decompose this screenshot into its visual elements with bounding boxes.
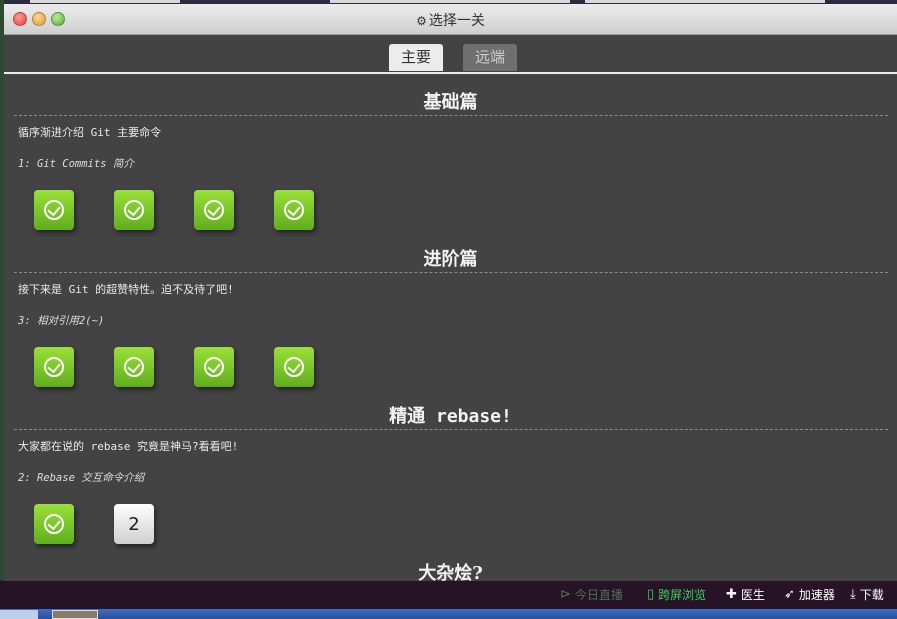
accelerator-link[interactable]: ➶ 加速器 [784, 581, 835, 609]
tab-remote[interactable]: 远端 [463, 44, 517, 71]
phone-icon: ▯ [647, 587, 655, 602]
window-title-text: 选择一关 [428, 13, 485, 29]
level-button-3-2[interactable]: 2 [114, 504, 154, 544]
section-divider [14, 429, 888, 430]
accelerator-label: 加速器 [798, 588, 835, 602]
section-description: 接下来是 Git 的超赞特性。迫不及待了吧! [18, 283, 234, 296]
section-divider [14, 115, 888, 116]
title-bar: ⚙ 选择一关 [4, 4, 897, 35]
taskbar-window-thumbnail[interactable] [52, 610, 98, 619]
doctor-link[interactable]: ✚ 医生 [726, 581, 765, 609]
section-title-advanced: 进阶篇 [423, 249, 478, 270]
section-level-subtitle: 1: Git Commits 简介 [18, 158, 134, 170]
cross-screen-label: 跨屏浏览 [658, 588, 707, 602]
level-button-3-1[interactable] [34, 504, 74, 544]
level-button-2-3[interactable] [194, 347, 234, 387]
section-title-misc: 大杂烩? [418, 563, 483, 581]
cross-screen-link[interactable]: ▯ 跨屏浏览 [647, 581, 706, 609]
level-select-window: ⚙ 选择一关 主要 远端 基础篇 循序渐进介绍 Git 主要命令 1: Git C… [4, 4, 897, 581]
tab-bar: 主要 远端 [4, 35, 897, 72]
window-title: ⚙ 选择一关 [4, 10, 897, 30]
section-divider [14, 272, 888, 273]
section-level-subtitle: 3: 相对引用2(~) [18, 315, 105, 327]
live-today-label: 今日直播 [574, 588, 623, 602]
checkmark-icon [204, 200, 224, 220]
section-description: 大家都在说的 rebase 究竟是神马?看看吧! [18, 440, 239, 453]
download-link[interactable]: ⤓ 下载 [850, 581, 884, 609]
level-button-1-4[interactable] [274, 190, 314, 230]
gear-icon: ⚙ [416, 14, 427, 28]
os-taskbar [0, 609, 897, 619]
checkmark-icon [204, 357, 224, 377]
checkmark-icon [124, 200, 144, 220]
medical-cross-icon: ✚ [726, 587, 737, 602]
level-button-2-2[interactable] [114, 347, 154, 387]
tab-main[interactable]: 主要 [389, 44, 443, 71]
section-title-basics: 基础篇 [423, 92, 478, 113]
start-button[interactable] [0, 610, 38, 619]
checkmark-icon [44, 357, 64, 377]
level-button-1-1[interactable] [34, 190, 74, 230]
checkmark-icon [44, 200, 64, 220]
doctor-label: 医生 [740, 588, 765, 602]
checkmark-icon [124, 357, 144, 377]
level-list: 基础篇 循序渐进介绍 Git 主要命令 1: Git Commits 简介 进阶… [4, 74, 897, 581]
level-button-1-2[interactable] [114, 190, 154, 230]
section-description: 循序渐进介绍 Git 主要命令 [18, 126, 162, 139]
section-title-rebase: 精通 rebase! [389, 406, 512, 427]
checkmark-icon [284, 357, 304, 377]
download-icon: ⤓ [850, 587, 856, 602]
rocket-icon: ➶ [784, 587, 795, 602]
checkmark-icon [44, 514, 64, 534]
level-button-2-4[interactable] [274, 347, 314, 387]
checkmark-icon [284, 200, 304, 220]
live-today-link[interactable]: ⊳ 今日直播 [560, 581, 623, 609]
download-label: 下载 [859, 588, 884, 602]
level-button-2-1[interactable] [34, 347, 74, 387]
section-level-subtitle: 2: Rebase 交互命令介绍 [18, 472, 145, 484]
play-circle-icon: ⊳ [560, 587, 571, 602]
level-button-1-3[interactable] [194, 190, 234, 230]
browser-status-bar: ⊳ 今日直播 ▯ 跨屏浏览 ✚ 医生 ➶ 加速器 ⤓ 下载 [0, 581, 897, 609]
